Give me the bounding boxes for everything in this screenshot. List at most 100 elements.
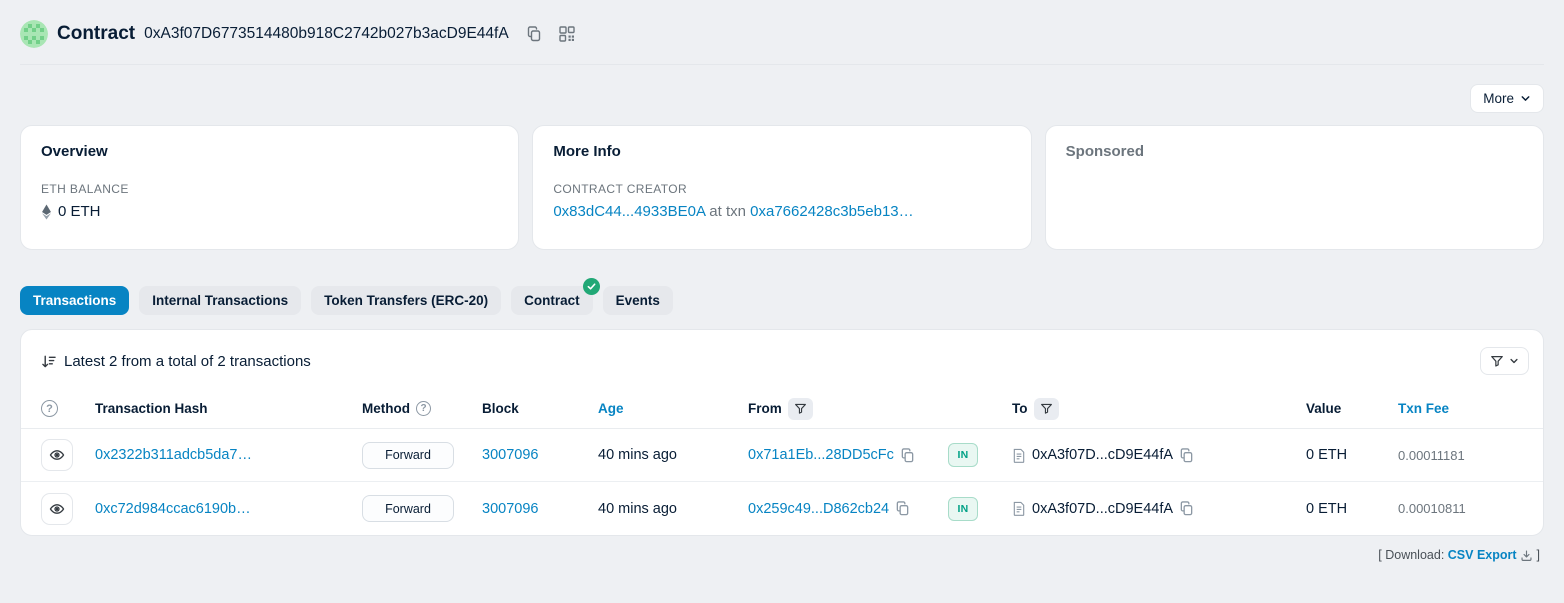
- from-cell: 0x71a1Eb...28DD5cFc: [748, 447, 948, 463]
- download-prefix: [ Download:: [1378, 548, 1444, 562]
- from-cell: 0x259c49...D862cb24: [748, 501, 948, 517]
- age-cell: 40 mins ago: [574, 501, 748, 517]
- info-cards: Overview ETH BALANCE 0 ETH More Info CON…: [20, 125, 1544, 250]
- to-cell: 0xA3f07D...cD9E44fA: [1004, 447, 1276, 463]
- table-header-row: ? Transaction Hash Method ? Block Age Fr…: [21, 389, 1543, 429]
- chevron-down-icon: [1509, 356, 1519, 366]
- header-method-label: Method: [362, 401, 410, 416]
- header-to-label: To: [1012, 401, 1028, 416]
- download-suffix: ]: [1537, 548, 1540, 562]
- header-txn-fee: Txn Fee: [1376, 401, 1523, 416]
- sponsored-card: Sponsored: [1045, 125, 1544, 250]
- txn-hash-cell: 0x2322b311adcb5da7…: [87, 447, 352, 463]
- creator-txn-link[interactable]: 0xa7662428c3b5eb13…: [750, 203, 913, 220]
- header-value: Value: [1276, 401, 1376, 416]
- more-info-card: More Info CONTRACT CREATOR 0x83dC44...49…: [532, 125, 1031, 250]
- eye-icon: [49, 501, 65, 517]
- funnel-icon: [1490, 354, 1504, 368]
- header-method: Method ?: [352, 401, 474, 416]
- txn-fee-cell: 0.00011181: [1376, 448, 1523, 463]
- to-filter-funnel-icon[interactable]: [1034, 398, 1059, 420]
- row-eye-cell: [41, 493, 87, 525]
- more-button[interactable]: More: [1470, 84, 1544, 113]
- qr-code-icon[interactable]: [559, 26, 575, 42]
- copy-from-icon[interactable]: [895, 501, 910, 516]
- block-link[interactable]: 3007096: [482, 501, 538, 517]
- age-cell: 40 mins ago: [574, 447, 748, 463]
- eth-balance-label: ETH BALANCE: [41, 182, 498, 196]
- contract-address: 0xA3f07D6773514480b918C2742b027b3acD9E44…: [144, 25, 509, 43]
- header-from: From: [748, 398, 948, 420]
- chevron-down-icon: [1520, 93, 1531, 104]
- sponsored-title: Sponsored: [1066, 143, 1523, 160]
- creator-address-link[interactable]: 0x83dC44...4933BE0A: [553, 203, 705, 220]
- header-help: ?: [41, 400, 87, 417]
- header-age-link[interactable]: Age: [598, 401, 624, 416]
- tab-contract-label: Contract: [524, 293, 580, 308]
- page-header: Contract 0xA3f07D6773514480b918C2742b027…: [20, 0, 1544, 65]
- txn-hash-link[interactable]: 0xc72d984ccac6190b…: [95, 501, 251, 517]
- table-summary-text: Latest 2 from a total of 2 transactions: [64, 353, 311, 370]
- table-filter-button[interactable]: [1480, 347, 1529, 375]
- to-cell: 0xA3f07D...cD9E44fA: [1004, 501, 1276, 517]
- tab-token-transfers[interactable]: Token Transfers (ERC-20): [311, 286, 501, 315]
- direction-cell: IN: [948, 443, 1004, 467]
- csv-export-link[interactable]: CSV Export: [1448, 548, 1517, 562]
- txn-hash-link[interactable]: 0x2322b311adcb5da7…: [95, 447, 252, 463]
- at-txn-text: at txn: [709, 203, 746, 220]
- tab-bar: Transactions Internal Transactions Token…: [20, 286, 1544, 315]
- contract-file-icon: [1012, 448, 1026, 463]
- row-eye-cell: [41, 439, 87, 471]
- block-cell: 3007096: [474, 501, 574, 517]
- method-badge: Forward: [362, 495, 454, 522]
- contract-creator-label: CONTRACT CREATOR: [553, 182, 1010, 196]
- header-txn-fee-link[interactable]: Txn Fee: [1398, 401, 1449, 416]
- eth-balance-value-row: 0 ETH: [41, 203, 498, 220]
- direction-in-badge: IN: [948, 443, 978, 467]
- from-address-link[interactable]: 0x259c49...D862cb24: [748, 501, 889, 517]
- copy-from-icon[interactable]: [900, 448, 915, 463]
- to-address-text: 0xA3f07D...cD9E44fA: [1032, 447, 1173, 463]
- more-button-label: More: [1483, 91, 1514, 106]
- table-summary: Latest 2 from a total of 2 transactions: [41, 353, 311, 370]
- copy-to-icon[interactable]: [1179, 501, 1194, 516]
- help-circle-icon[interactable]: ?: [41, 400, 58, 417]
- txn-fee-cell: 0.00010811: [1376, 501, 1523, 516]
- sort-descending-icon: [41, 354, 56, 369]
- method-badge: Forward: [362, 442, 454, 469]
- verified-check-badge: [583, 278, 600, 295]
- header-age: Age: [574, 401, 748, 416]
- from-filter-funnel-icon[interactable]: [788, 398, 813, 420]
- tab-internal-transactions[interactable]: Internal Transactions: [139, 286, 301, 315]
- method-cell: Forward: [352, 495, 474, 522]
- value-cell: 0 ETH: [1276, 501, 1376, 517]
- method-cell: Forward: [352, 442, 474, 469]
- table-toolbar: Latest 2 from a total of 2 transactions: [21, 330, 1543, 389]
- copy-to-icon[interactable]: [1179, 448, 1194, 463]
- txn-hash-cell: 0xc72d984ccac6190b…: [87, 501, 352, 517]
- copy-address-icon[interactable]: [526, 26, 542, 42]
- block-link[interactable]: 3007096: [482, 447, 538, 463]
- page-title: Contract: [57, 23, 135, 45]
- eye-preview-button[interactable]: [41, 439, 73, 471]
- tab-events[interactable]: Events: [603, 286, 673, 315]
- contract-file-icon: [1012, 501, 1026, 516]
- direction-in-badge: IN: [948, 497, 978, 521]
- tab-transactions[interactable]: Transactions: [20, 286, 129, 315]
- from-address-link[interactable]: 0x71a1Eb...28DD5cFc: [748, 447, 894, 463]
- toolbar-row: More: [20, 84, 1544, 113]
- eye-preview-button[interactable]: [41, 493, 73, 525]
- contract-creator-line: 0x83dC44...4933BE0A at txn 0xa7662428c3b…: [553, 203, 1010, 220]
- eth-balance-value: 0 ETH: [58, 203, 101, 220]
- transaction-row: 0xc72d984ccac6190b… Forward 3007096 40 m…: [21, 482, 1543, 535]
- overview-title: Overview: [41, 143, 498, 160]
- tab-contract[interactable]: Contract: [511, 286, 593, 315]
- direction-cell: IN: [948, 497, 1004, 521]
- eye-icon: [49, 447, 65, 463]
- method-help-icon[interactable]: ?: [416, 401, 431, 416]
- header-block: Block: [474, 401, 574, 416]
- transaction-row: 0x2322b311adcb5da7… Forward 3007096 40 m…: [21, 429, 1543, 482]
- block-cell: 3007096: [474, 447, 574, 463]
- header-to: To: [1004, 398, 1276, 420]
- to-address-text: 0xA3f07D...cD9E44fA: [1032, 501, 1173, 517]
